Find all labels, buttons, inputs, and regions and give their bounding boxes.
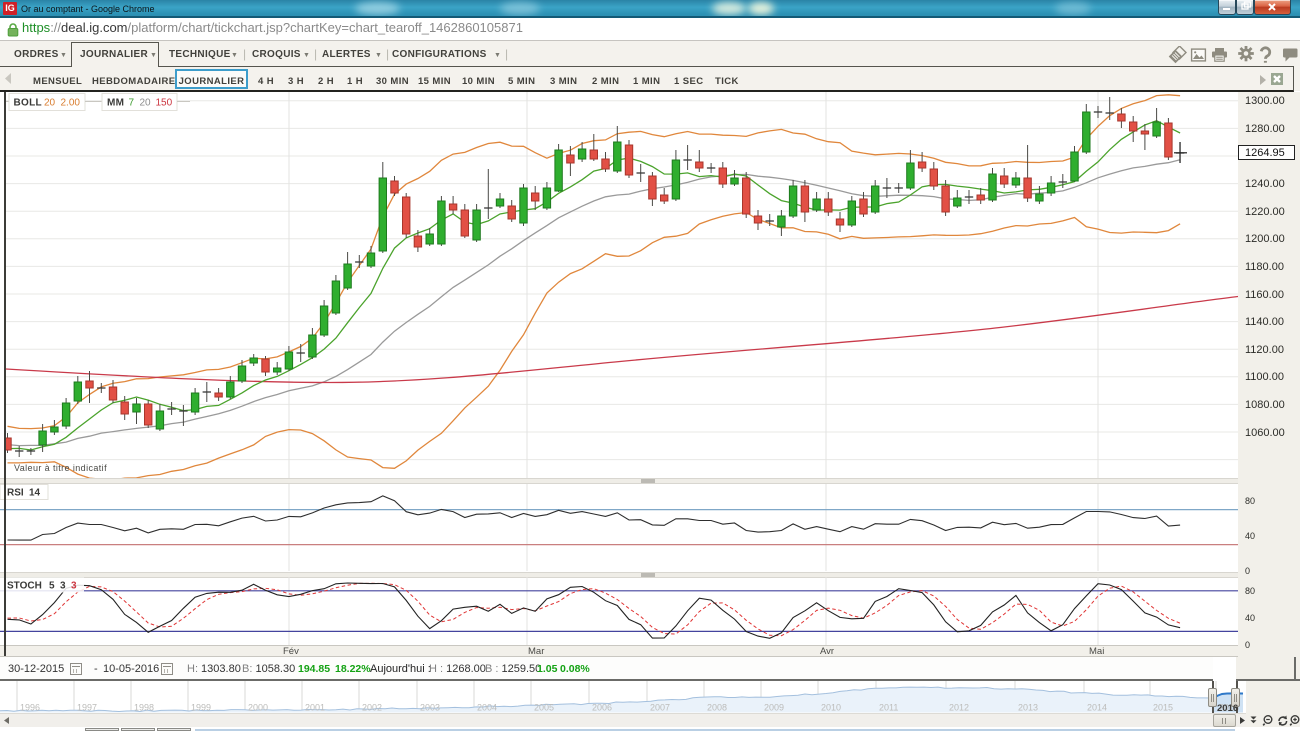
svg-text:20: 20 [140, 98, 152, 109]
svg-text:2007: 2007 [650, 703, 670, 713]
svg-text:14: 14 [29, 488, 41, 499]
svg-text:2010: 2010 [821, 703, 841, 713]
svg-text:2001: 2001 [305, 703, 325, 713]
svg-text:7: 7 [129, 98, 135, 109]
svg-text:STOCH: STOCH [7, 581, 42, 592]
svg-text:2005: 2005 [534, 703, 554, 713]
svg-text:3: 3 [60, 581, 66, 592]
svg-text:2012: 2012 [949, 703, 969, 713]
svg-text:3: 3 [71, 581, 77, 592]
svg-text:2011: 2011 [879, 703, 898, 713]
svg-text:1996: 1996 [20, 703, 40, 713]
svg-text:2003: 2003 [420, 703, 440, 713]
svg-text:Valeur à titre indicatif: Valeur à titre indicatif [14, 463, 107, 473]
svg-text:BOLL: BOLL [14, 98, 42, 109]
svg-text:2008: 2008 [707, 703, 727, 713]
svg-text:2000: 2000 [248, 703, 268, 713]
svg-text:1999: 1999 [191, 703, 211, 713]
svg-text:5: 5 [49, 581, 55, 592]
svg-text:2009: 2009 [764, 703, 784, 713]
svg-text:2.00: 2.00 [61, 98, 81, 109]
svg-text:20: 20 [44, 98, 56, 109]
svg-text:1997: 1997 [77, 703, 97, 713]
svg-text:Mar: Mar [528, 646, 544, 657]
svg-text:Fév: Fév [283, 646, 299, 657]
svg-text:2015: 2015 [1153, 703, 1173, 713]
svg-text:2013: 2013 [1018, 703, 1038, 713]
svg-text:2002: 2002 [362, 703, 382, 713]
svg-text:2006: 2006 [592, 703, 612, 713]
svg-text:MM: MM [107, 98, 124, 109]
svg-text:1998: 1998 [134, 703, 154, 713]
svg-text:Mai: Mai [1089, 646, 1104, 657]
svg-text:150: 150 [156, 98, 173, 109]
svg-text:2004: 2004 [477, 703, 497, 713]
svg-text:Avr: Avr [820, 646, 834, 657]
svg-text:2014: 2014 [1087, 703, 1107, 713]
svg-text:RSI: RSI [7, 488, 24, 499]
